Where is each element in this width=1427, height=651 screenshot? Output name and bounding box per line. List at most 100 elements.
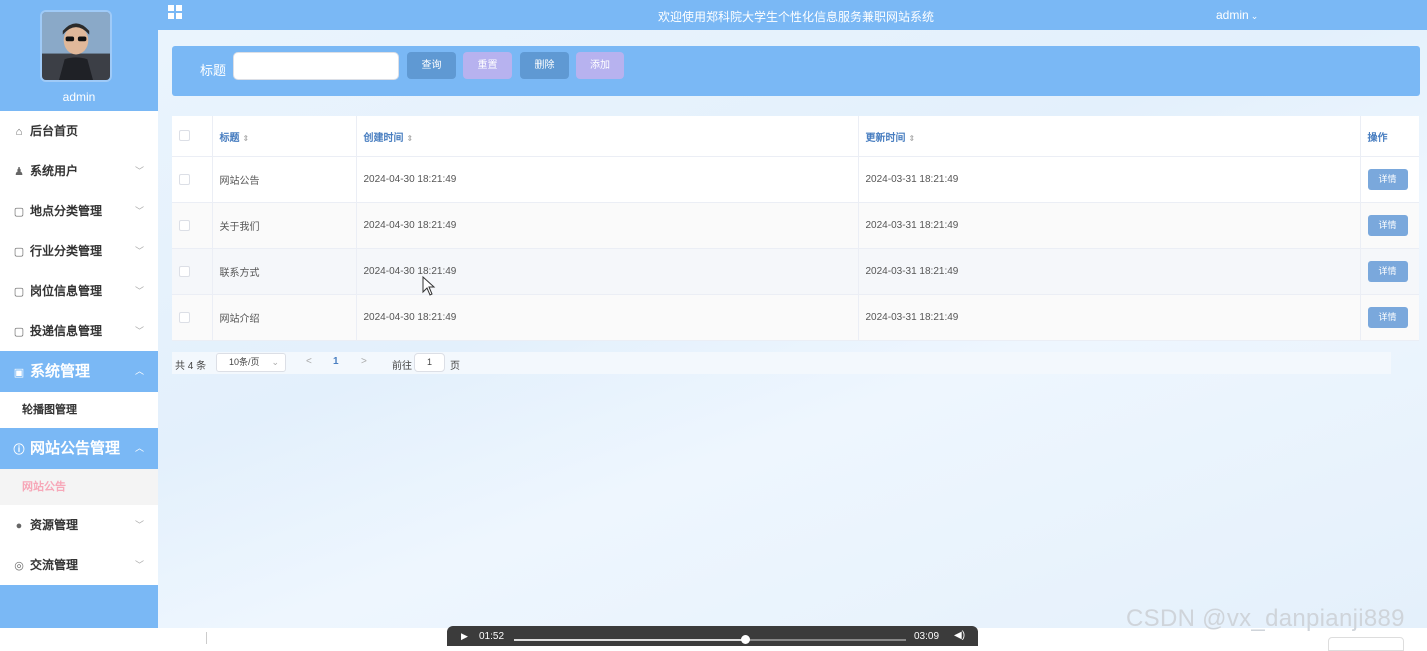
chevron-down-icon: ⌄ bbox=[271, 357, 279, 367]
page-size-label: 10条/页 bbox=[229, 357, 260, 367]
sidebar-item-location-category[interactable]: ▢ 地点分类管理 ﹀ bbox=[0, 191, 158, 231]
sidebar-group-notice[interactable]: ⓘ 网站公告管理 ︿ bbox=[0, 428, 158, 469]
sidebar-item-label: 投递信息管理 bbox=[30, 324, 103, 338]
header-created-label: 创建时间 bbox=[363, 132, 404, 144]
cell-title: 关于我们 bbox=[212, 202, 357, 249]
pagination: 共 4 条 10条/页 ⌄ < 1 > 前往 1 页 bbox=[172, 352, 1391, 374]
cell-created: 2024-04-30 18:21:49 bbox=[356, 202, 859, 249]
play-icon[interactable]: ▶ bbox=[461, 631, 468, 642]
detail-button[interactable]: 详情 bbox=[1367, 169, 1408, 190]
chat-icon: ◎ bbox=[14, 560, 24, 572]
row-checkbox[interactable] bbox=[179, 219, 190, 231]
sidebar-item-job-info[interactable]: ▢ 岗位信息管理 ﹀ bbox=[0, 271, 158, 311]
header-title[interactable]: 标题 ⇕ bbox=[212, 116, 357, 157]
cell-created: 2024-04-30 18:21:49 bbox=[356, 156, 859, 203]
notice-table: 标题 ⇕ 创建时间 ⇕ 更新时间 ⇕ 操作 网站公告 2024-04-30 18:21… bbox=[172, 116, 1419, 341]
user-menu-label: admin bbox=[1216, 8, 1249, 22]
goto-label: 前往 bbox=[392, 361, 412, 372]
profile-panel: admin bbox=[0, 0, 158, 111]
sidebar-subitem-carousel[interactable]: 轮播图管理 bbox=[0, 392, 158, 428]
sidebar-group-label: 系统管理 bbox=[30, 363, 91, 380]
sidebar-group-system[interactable]: ▣ 系统管理 ︿ bbox=[0, 351, 158, 392]
sidebar-item-delivery-info[interactable]: ▢ 投递信息管理 ﹀ bbox=[0, 311, 158, 351]
sidebar-item-resource[interactable]: ● 资源管理 ﹀ bbox=[0, 505, 158, 545]
doc-icon: ▢ bbox=[13, 286, 25, 298]
avatar-image bbox=[42, 12, 110, 80]
volume-icon[interactable]: ◀) bbox=[954, 630, 965, 641]
delete-button[interactable]: 删除 bbox=[520, 52, 569, 79]
detail-button[interactable]: 详情 bbox=[1367, 215, 1408, 236]
header-updated[interactable]: 更新时间 ⇕ bbox=[858, 116, 1361, 157]
profile-username: admin bbox=[62, 90, 96, 104]
header-select-all[interactable] bbox=[172, 116, 213, 157]
home-icon: ⌂ bbox=[15, 126, 23, 138]
chevron-down-icon: ﹀ bbox=[134, 520, 144, 530]
query-button[interactable]: 查询 bbox=[407, 52, 456, 79]
chevron-down-icon: ﹀ bbox=[134, 286, 144, 296]
user-menu[interactable]: admin ⌄ bbox=[1216, 8, 1258, 22]
corner-widget bbox=[1328, 637, 1404, 651]
cell-title: 网站介绍 bbox=[212, 294, 357, 341]
sidebar-item-label: 系统用户 bbox=[30, 164, 79, 178]
sidebar-footer bbox=[0, 586, 158, 628]
detail-button[interactable]: 详情 bbox=[1367, 307, 1408, 328]
page-size-select[interactable]: 10条/页 ⌄ bbox=[216, 353, 286, 372]
sidebar-item-label: 地点分类管理 bbox=[30, 204, 103, 218]
select-all-checkbox[interactable] bbox=[179, 130, 190, 142]
video-progress-track[interactable] bbox=[514, 635, 906, 644]
search-bar: 标题 查询 重置 删除 添加 bbox=[172, 46, 1420, 96]
cell-created: 2024-04-30 18:21:49 bbox=[356, 294, 859, 341]
cell-updated: 2024-03-31 18:21:49 bbox=[858, 202, 1361, 249]
doc-icon: ▢ bbox=[13, 206, 25, 218]
top-bar: 欢迎使用郑科院大学生个性化信息服务兼职网站系统 admin ⌄ bbox=[158, 0, 1427, 30]
title-search-input[interactable] bbox=[233, 52, 399, 80]
main-content: 标题 查询 重置 删除 添加 标题 ⇕ 创建时间 ⇕ 更新时间 ⇕ 操作 网站公告 2… bbox=[158, 30, 1427, 628]
sort-icon[interactable]: ⇕ bbox=[909, 134, 916, 143]
divider bbox=[206, 632, 207, 644]
sort-icon[interactable]: ⇕ bbox=[243, 134, 250, 143]
header-created[interactable]: 创建时间 ⇕ bbox=[356, 116, 859, 157]
sidebar-item-industry-category[interactable]: ▢ 行业分类管理 ﹀ bbox=[0, 231, 158, 271]
pagination-total: 共 4 条 bbox=[175, 361, 207, 372]
sidebar-item-system-users[interactable]: ♟ 系统用户 ﹀ bbox=[0, 151, 158, 191]
add-button[interactable]: 添加 bbox=[576, 52, 624, 79]
header-ops: 操作 bbox=[1360, 116, 1419, 157]
chevron-down-icon: ﹀ bbox=[134, 246, 144, 256]
chevron-up-icon: ︿ bbox=[134, 443, 144, 453]
sidebar-subitem-notice[interactable]: 网站公告 bbox=[0, 469, 158, 505]
next-page-button[interactable]: > bbox=[361, 356, 367, 367]
video-current-time: 01:52 bbox=[479, 631, 505, 642]
sidebar-item-exchange[interactable]: ◎ 交流管理 ﹀ bbox=[0, 545, 158, 585]
row-checkbox[interactable] bbox=[179, 311, 190, 323]
sidebar-menu: ⌂ 后台首页 ♟ 系统用户 ﹀ ▢ 地点分类管理 ﹀ ▢ 行业分类管理 ﹀ ▢ 岗位信息管… bbox=[0, 111, 158, 585]
sidebar-item-label: 交流管理 bbox=[30, 558, 79, 572]
caret-down-icon: ⌄ bbox=[1250, 11, 1259, 21]
page-number-button[interactable]: 1 bbox=[333, 356, 339, 367]
video-progress-handle[interactable] bbox=[741, 635, 751, 644]
table-row: 关于我们 2024-04-30 18:21:49 2024-03-31 18:2… bbox=[172, 202, 1419, 249]
picture-icon: ▣ bbox=[13, 367, 25, 379]
video-controls: ▶ 01:52 03:09 ◀) bbox=[447, 626, 978, 646]
detail-button[interactable]: 详情 bbox=[1367, 261, 1408, 282]
sidebar-item-label: 资源管理 bbox=[30, 518, 79, 532]
doc-icon: ▢ bbox=[13, 246, 25, 258]
row-checkbox[interactable] bbox=[179, 265, 190, 277]
avatar[interactable] bbox=[40, 10, 112, 82]
page-unit-label: 页 bbox=[450, 361, 460, 372]
goto-page-input[interactable]: 1 bbox=[414, 353, 445, 372]
cell-updated: 2024-03-31 18:21:49 bbox=[858, 248, 1361, 295]
sidebar-item-label: 后台首页 bbox=[30, 124, 79, 138]
row-checkbox[interactable] bbox=[179, 173, 190, 185]
table-row: 联系方式 2024-04-30 18:21:49 2024-03-31 18:2… bbox=[172, 248, 1419, 295]
chevron-down-icon: ﹀ bbox=[134, 326, 144, 336]
prev-page-button[interactable]: < bbox=[306, 356, 312, 367]
doc-icon: ▢ bbox=[13, 326, 25, 338]
reset-button[interactable]: 重置 bbox=[463, 52, 512, 79]
chevron-up-icon: ︿ bbox=[134, 366, 144, 376]
cell-title: 网站公告 bbox=[212, 156, 357, 203]
table-row: 网站介绍 2024-04-30 18:21:49 2024-03-31 18:2… bbox=[172, 294, 1419, 341]
sidebar-group-label: 网站公告管理 bbox=[30, 440, 121, 457]
chevron-down-icon: ﹀ bbox=[134, 206, 144, 216]
sort-icon[interactable]: ⇕ bbox=[407, 134, 414, 143]
sidebar-item-home[interactable]: ⌂ 后台首页 bbox=[0, 111, 158, 151]
